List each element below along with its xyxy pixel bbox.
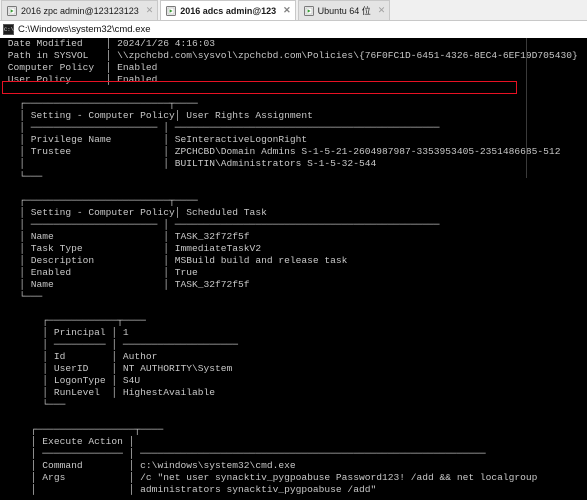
- console-line: Path in SYSVOL │ \\zpchcbd.com\sysvol\zp…: [2, 50, 578, 62]
- console-line: │ │ administrators synacktiv_pygpoabuse …: [2, 483, 377, 495]
- console-line: │ LogonType │ S4U: [2, 375, 141, 387]
- vm-tab-icon: [166, 5, 177, 16]
- console-line: ┌─────────────────┬────: [2, 423, 164, 435]
- console-line: │ RunLevel │ HighestAvailable: [2, 387, 216, 399]
- console-line: │ Description │ MSBuild build and releas…: [2, 254, 348, 266]
- tab-label: Ubuntu 64 位: [317, 6, 371, 16]
- console-line: │ ────────────────────── │ ─────────────…: [2, 218, 440, 230]
- console-line: │ Principal │ 1: [2, 327, 129, 339]
- console-text: Date Modified │ 2024/1/26 4:16:03 Path i…: [0, 38, 587, 496]
- console-line: ┌─────────────────────────┬────: [2, 98, 198, 110]
- console-line: │ Enabled │ True: [2, 266, 198, 278]
- close-icon[interactable]: ✕: [378, 6, 386, 15]
- console-line: User Policy │ Enabled: [2, 74, 158, 86]
- console-line: Date Modified │ 2024/1/26 4:16:03: [2, 38, 216, 49]
- console-line: │ ────────────────────── │ ─────────────…: [2, 122, 440, 134]
- cmd-exe-icon: C:\: [3, 24, 14, 35]
- console-line: │ Privilege Name │ SeInteractiveLogonRig…: [2, 134, 308, 146]
- window-title-path: C:\Windows\system32\cmd.exe: [18, 24, 151, 35]
- tab-2016-zpc-admin[interactable]: 2016 zpc admin@123123123 ✕: [1, 0, 159, 20]
- console-line: │ Task Type │ ImmediateTaskV2: [2, 242, 262, 254]
- console-line: Computer Policy │ Enabled: [2, 62, 158, 74]
- vm-tab-strip: 2016 zpc admin@123123123 ✕ 2016 adcs adm…: [0, 0, 587, 21]
- console-line: │ Name │ TASK_32f72f5f: [2, 278, 250, 290]
- console-line: ┌────────────┬────: [2, 315, 146, 327]
- tab-ubuntu-64[interactable]: Ubuntu 64 位 ✕: [297, 0, 391, 20]
- console-line: │ UserID │ NT AUTHORITY\System: [2, 363, 233, 375]
- console-line: └───: [2, 290, 43, 302]
- console-line: └───: [2, 399, 66, 411]
- tab-label: 2016 adcs admin@123: [180, 5, 277, 16]
- console-right-rule: [526, 38, 527, 178]
- console-line: │ Setting - Computer Policy│ Scheduled T…: [2, 206, 267, 218]
- console-line: │ ────────────── │ ─────────────────────…: [2, 447, 486, 459]
- console-output[interactable]: Date Modified │ 2024/1/26 4:16:03 Path i…: [0, 38, 587, 500]
- tab-label: 2016 zpc admin@123123123: [21, 5, 139, 16]
- console-line: │ Trustee │ ZPCHCBD\Domain Admins S-1-5-…: [2, 146, 561, 158]
- console-line: │ Execute Action │: [2, 435, 141, 447]
- console-line: │ │ BUILTIN\Administrators S-1-5-32-544: [2, 158, 377, 170]
- window-title-bar: C:\ C:\Windows\system32\cmd.exe: [0, 21, 587, 38]
- console-line: │ Name │ TASK_32f72f5f: [2, 230, 250, 242]
- console-line: │ Setting - Computer Policy│ User Rights…: [2, 110, 313, 122]
- console-line: │ ───────── │ ────────────────────: [2, 339, 239, 351]
- tab-2016-adcs-admin[interactable]: 2016 adcs admin@123 ✕: [160, 0, 296, 20]
- vm-tab-icon: [303, 5, 314, 16]
- console-line: ┌─────────────────────────┬────: [2, 194, 198, 206]
- close-icon[interactable]: ✕: [146, 6, 154, 15]
- vm-tab-icon: [7, 5, 17, 16]
- console-line: │ Id │ Author: [2, 351, 158, 363]
- close-icon[interactable]: ✕: [283, 6, 291, 15]
- console-line: │ Command │ c:\windows\system32\cmd.exe: [2, 459, 296, 471]
- console-line: └───: [2, 170, 43, 182]
- console-line: │ Args │ /c "net user synacktiv_pygpoabu…: [2, 471, 538, 483]
